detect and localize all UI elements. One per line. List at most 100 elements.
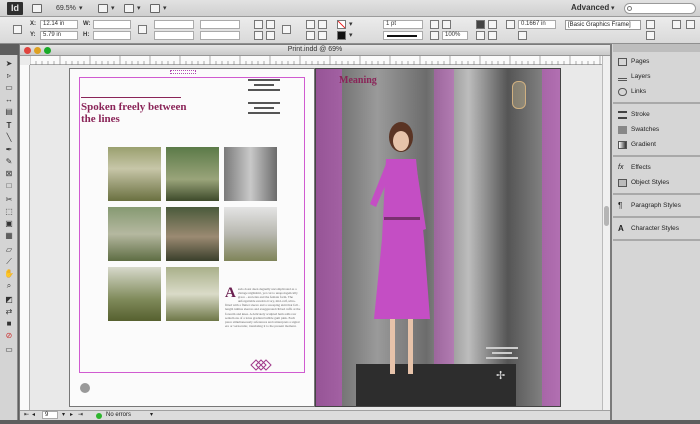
workspace-dropdown-icon[interactable]: ▾	[611, 3, 615, 14]
type-tool-icon[interactable]: T	[4, 121, 14, 130]
right-page[interactable]: Meaning ✢	[315, 68, 561, 407]
text-wrap-shape-icon[interactable]	[476, 31, 485, 40]
panel-layers[interactable]: Layers	[613, 70, 700, 84]
effects-icon[interactable]	[442, 20, 451, 29]
right-page-title[interactable]: Meaning	[339, 75, 377, 86]
photo-thumb-3[interactable]	[224, 147, 277, 201]
panel-dock-header[interactable]	[613, 44, 700, 52]
panel-stroke[interactable]: Stroke	[613, 108, 700, 122]
flip-vertical-icon[interactable]	[266, 31, 275, 40]
preflight-status[interactable]: No errors	[106, 411, 131, 420]
photo-thumb-5[interactable]	[166, 207, 219, 261]
panel-character-styles[interactable]: A Character Styles	[613, 222, 700, 236]
pen-tool-icon[interactable]: ✒	[4, 145, 14, 154]
page-number-field[interactable]: 9	[42, 411, 58, 419]
object-style-select[interactable]: [Basic Graphics Frame]	[565, 20, 641, 30]
y-field[interactable]: 5.79 in	[40, 31, 78, 40]
view-dropdown-icon[interactable]: ▾	[111, 3, 115, 14]
panel-paragraph-styles[interactable]: ¶ Paragraph Styles	[613, 199, 700, 213]
control-panel-menu-icon[interactable]	[686, 20, 695, 29]
fill-stroke-swap-icon[interactable]: ⇄	[4, 307, 14, 316]
select-previous-icon[interactable]	[306, 31, 315, 40]
workspace-switcher[interactable]: Advanced	[571, 3, 609, 12]
photo-thumb-2[interactable]	[166, 147, 219, 201]
arrange-documents-icon[interactable]	[150, 4, 160, 13]
first-page-button[interactable]: ⇤	[24, 411, 29, 420]
photo-thumb-4[interactable]	[108, 207, 161, 261]
drop-shadow-icon[interactable]	[430, 20, 439, 29]
fill-swatch-icon[interactable]	[337, 20, 346, 29]
flip-horizontal-icon[interactable]	[254, 31, 263, 40]
shear-field[interactable]	[200, 31, 240, 40]
line-tool-icon[interactable]: ╲	[4, 133, 14, 142]
selection-tool-icon[interactable]: ➤	[4, 59, 14, 68]
gap-tool-icon[interactable]: ↔	[4, 95, 14, 104]
preflight-dropdown-icon[interactable]: ▾	[150, 411, 153, 420]
panel-links[interactable]: Links	[613, 85, 700, 99]
panel-pages[interactable]: Pages	[613, 55, 700, 69]
bridge-icon[interactable]	[32, 4, 42, 13]
panel-object-styles[interactable]: Object Styles	[613, 176, 700, 190]
page-nav-handle[interactable]	[80, 383, 90, 393]
x-field[interactable]: 12.14 in	[40, 20, 78, 29]
zoom-tool-icon[interactable]: ⌕	[4, 281, 14, 290]
constrain-proportions-icon[interactable]	[138, 25, 147, 34]
rotation-field[interactable]	[200, 20, 240, 29]
rectangle-tool-icon[interactable]: □	[4, 181, 14, 190]
apply-none-icon[interactable]: ⊘	[4, 331, 14, 340]
panel-gradient[interactable]: Gradient	[613, 138, 700, 152]
content-collector-icon[interactable]: ▤	[4, 107, 14, 116]
photo-thumb-1[interactable]	[108, 147, 161, 201]
photo-thumb-6[interactable]	[224, 207, 277, 261]
stroke-dropdown-icon[interactable]: ▾	[349, 30, 353, 41]
arrange-dropdown-icon[interactable]: ▾	[163, 3, 167, 14]
vertical-ruler[interactable]	[20, 65, 30, 410]
zoom-dropdown-icon[interactable]: ▾	[79, 3, 83, 14]
height-field[interactable]	[93, 31, 131, 40]
prev-page-button[interactable]: ◂	[32, 411, 35, 420]
default-fill-stroke-icon[interactable]: ◩	[4, 295, 14, 304]
vertical-scroll-thumb[interactable]	[604, 206, 609, 226]
quick-apply-icon[interactable]	[672, 20, 681, 29]
width-field[interactable]	[93, 20, 131, 29]
view-options-icon[interactable]	[98, 4, 108, 13]
left-page[interactable]: Spoken freely between the lines A ssdo d…	[69, 68, 315, 407]
zoom-level[interactable]: 69.5%	[56, 3, 76, 14]
screen-mode-icon[interactable]	[124, 4, 134, 13]
eyedropper-tool-icon[interactable]: ⟋	[4, 257, 14, 266]
panel-swatches[interactable]: Swatches	[613, 123, 700, 137]
next-page-button[interactable]: ▸	[70, 411, 73, 420]
rotate-cw-icon[interactable]	[254, 20, 263, 29]
note-tool-icon[interactable]: ▱	[4, 245, 14, 254]
page-dropdown-icon[interactable]: ▾	[62, 411, 65, 420]
clear-overrides-icon[interactable]	[646, 20, 655, 29]
fx-icon[interactable]	[430, 31, 439, 40]
scissors-tool-icon[interactable]: ✂	[4, 195, 14, 204]
vertical-scrollbar[interactable]	[602, 56, 610, 410]
hand-tool-icon[interactable]: ✋	[4, 269, 14, 278]
photo-thumb-7[interactable]	[108, 267, 161, 321]
new-style-icon[interactable]	[646, 31, 655, 40]
last-page-button[interactable]: ⇥	[78, 411, 83, 420]
select-content-icon[interactable]	[318, 20, 327, 29]
scale-y-field[interactable]	[154, 31, 194, 40]
select-next-icon[interactable]	[318, 31, 327, 40]
horizontal-ruler[interactable]	[29, 56, 602, 65]
stroke-swatch-icon[interactable]	[337, 31, 346, 40]
reference-point-icon[interactable]	[13, 25, 22, 34]
page-tool-icon[interactable]: ▭	[4, 83, 14, 92]
screen-mode-dropdown-icon[interactable]: ▾	[137, 3, 141, 14]
photo-thumb-8[interactable]	[166, 267, 219, 321]
body-text-frame[interactable]: A ssdo dosst deen degnelly uncomplicated…	[225, 287, 302, 367]
stroke-type-select[interactable]	[383, 31, 423, 40]
gradient-swatch-tool-icon[interactable]: ▣	[4, 219, 14, 228]
rectangle-frame-tool-icon[interactable]: ⊠	[4, 169, 14, 178]
text-wrap-none-icon[interactable]	[476, 20, 485, 29]
pencil-tool-icon[interactable]: ✎	[4, 157, 14, 166]
text-wrap-jump-icon[interactable]	[488, 31, 497, 40]
gradient-feather-tool-icon[interactable]: ▦	[4, 231, 14, 240]
stroke-weight-field[interactable]: 1 pt	[383, 20, 423, 29]
model-figure[interactable]	[356, 109, 446, 399]
free-transform-tool-icon[interactable]: ⬚	[4, 207, 14, 216]
panel-effects[interactable]: fx Effects	[613, 161, 700, 175]
